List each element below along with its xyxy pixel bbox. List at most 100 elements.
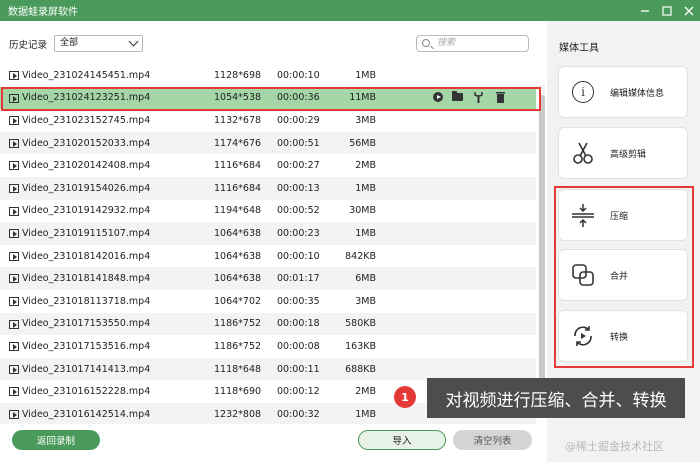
media-tools-header: 媒体工具 (559, 43, 599, 54)
tool-label: 压缩 (610, 211, 629, 222)
file-size: 1MB (355, 182, 376, 194)
file-row[interactable]: Video_231024123251.mp4 1054*538 00:00:36 11… (0, 86, 536, 110)
file-size: 6MB (355, 273, 376, 285)
file-row[interactable]: Video_231024145451.mp4 1128*698 00:00:10 1M… (0, 64, 536, 87)
file-size: 30MB (349, 205, 376, 217)
scrollbar-thumb[interactable] (539, 95, 545, 385)
import-button[interactable]: 导入 (358, 430, 446, 450)
file-duration: 00:00:11 (277, 363, 320, 375)
file-name: Video_231024145451.mp4 (22, 69, 151, 81)
file-size: 688KB (345, 363, 376, 375)
file-row[interactable]: Video_231018141848.mp4 1064*638 00:01:17 6M… (0, 267, 536, 290)
file-duration: 00:00:18 (277, 318, 320, 330)
video-file-icon (9, 116, 19, 126)
file-row[interactable]: Video_231019154026.mp4 1116*684 00:00:13 1M… (0, 177, 536, 200)
file-duration: 00:00:32 (277, 408, 320, 420)
file-size: 2MB (355, 386, 376, 398)
tool-label: 编辑媒体信息 (610, 88, 665, 99)
watermark: @稀土掘金技术社区 (565, 440, 664, 453)
video-file-icon (9, 364, 19, 374)
tool-edit-media-info[interactable]: i 编辑媒体信息 (558, 66, 688, 118)
file-row[interactable]: Video_231020142408.mp4 1116*684 00:00:27 2M… (0, 154, 536, 177)
file-name: Video_231016142514.mp4 (22, 408, 151, 420)
video-file-icon (9, 297, 19, 306)
file-duration: 00:00:27 (277, 160, 320, 172)
folder-icon[interactable] (452, 91, 463, 102)
video-file-icon (9, 251, 19, 261)
file-resolution: 1186*752 (214, 340, 262, 352)
tool-convert[interactable]: 转换 (558, 310, 688, 362)
play-icon[interactable] (433, 92, 443, 103)
video-file-icon (9, 206, 19, 216)
file-row[interactable]: Video_231018142016.mp4 1064*638 00:00:10 84… (0, 245, 536, 268)
file-size: 842KB (345, 250, 376, 262)
file-row[interactable]: Video_231019142932.mp4 1194*648 00:00:52 30… (0, 200, 536, 223)
file-resolution: 1118*648 (214, 363, 262, 375)
file-resolution: 1186*752 (214, 318, 262, 330)
file-duration: 00:00:12 (277, 386, 320, 398)
file-duration: 00:00:23 (277, 227, 320, 239)
file-list: Video_231024145451.mp4 1128*698 00:00:10 1M… (0, 64, 540, 424)
file-name: Video_231017141413.mp4 (22, 363, 151, 375)
file-name: Video_231019154026.mp4 (22, 182, 151, 194)
file-name: Video_231019115107.mp4 (22, 227, 151, 239)
file-row[interactable]: Video_231017153516.mp4 1186*752 00:00:08 16… (0, 335, 536, 358)
file-name: Video_231018113718.mp4 (22, 295, 151, 307)
file-resolution: 1118*690 (214, 386, 262, 398)
file-duration: 00:01:17 (277, 273, 320, 285)
file-name: Video_231017153516.mp4 (22, 340, 151, 352)
info-icon: i (568, 77, 598, 107)
video-file-icon (9, 410, 19, 419)
file-row[interactable]: Video_231020152033.mp4 1174*676 00:00:51 56… (0, 131, 536, 155)
file-resolution: 1132*678 (214, 114, 262, 126)
clear-list-button[interactable]: 清空列表 (453, 430, 532, 450)
file-duration: 00:00:35 (277, 295, 320, 307)
file-resolution: 1064*638 (214, 273, 262, 285)
search-icon (422, 39, 430, 47)
annotation-callout: 对视频进行压缩、合并、转换 (427, 378, 685, 418)
wrench-icon[interactable] (472, 91, 485, 104)
back-to-record-button[interactable]: 返回录制 (12, 430, 100, 450)
file-resolution: 1054*538 (214, 92, 262, 104)
video-file-icon (9, 387, 19, 397)
file-duration: 00:00:29 (277, 114, 320, 126)
file-name: Video_231020142408.mp4 (22, 160, 151, 172)
search-input[interactable]: 搜索 (416, 35, 529, 52)
minimize-icon[interactable] (634, 0, 656, 21)
scrollbar[interactable] (539, 85, 545, 393)
tool-advanced-edit[interactable]: 高级剪辑 (558, 127, 688, 179)
file-duration: 00:00:52 (277, 205, 320, 217)
tool-label: 转换 (610, 332, 629, 343)
video-file-icon (9, 274, 19, 284)
file-size: 1MB (355, 69, 376, 81)
compress-icon (568, 200, 598, 230)
trash-icon[interactable] (494, 91, 507, 104)
filter-select[interactable]: 全部 (54, 35, 143, 52)
maximize-icon[interactable] (656, 0, 678, 21)
file-size: 3MB (355, 295, 376, 307)
file-row[interactable]: Video_231023152745.mp4 1132*678 00:00:29 3M… (0, 109, 536, 132)
file-resolution: 1064*702 (214, 295, 262, 307)
file-duration: 00:00:13 (277, 182, 320, 194)
file-size: 163KB (345, 340, 376, 352)
file-size: 2MB (355, 160, 376, 172)
video-file-icon (9, 319, 19, 329)
step-badge: 1 (394, 386, 416, 408)
tool-label: 合并 (610, 271, 629, 282)
file-size: 580KB (345, 318, 376, 330)
tool-merge[interactable]: 合并 (558, 249, 688, 301)
tool-compress[interactable]: 压缩 (558, 189, 688, 241)
file-resolution: 1174*676 (214, 137, 262, 149)
video-file-icon (9, 71, 19, 80)
close-icon[interactable] (678, 0, 700, 21)
file-row[interactable]: Video_231019115107.mp4 1064*638 00:00:23 1M… (0, 222, 536, 245)
file-size: 1MB (355, 227, 376, 239)
chevron-down-icon (128, 36, 139, 47)
file-row[interactable]: Video_231017141413.mp4 1118*648 00:00:11 68… (0, 357, 536, 381)
window-title: 数据蛙录屏软件 (8, 7, 78, 18)
file-size: 3MB (355, 114, 376, 126)
file-row[interactable]: Video_231017153550.mp4 1186*752 00:00:18 58… (0, 312, 536, 336)
file-name: Video_231019142932.mp4 (22, 205, 151, 217)
video-file-icon (9, 93, 19, 103)
file-row[interactable]: Video_231018113718.mp4 1064*702 00:00:35 3M… (0, 290, 536, 313)
